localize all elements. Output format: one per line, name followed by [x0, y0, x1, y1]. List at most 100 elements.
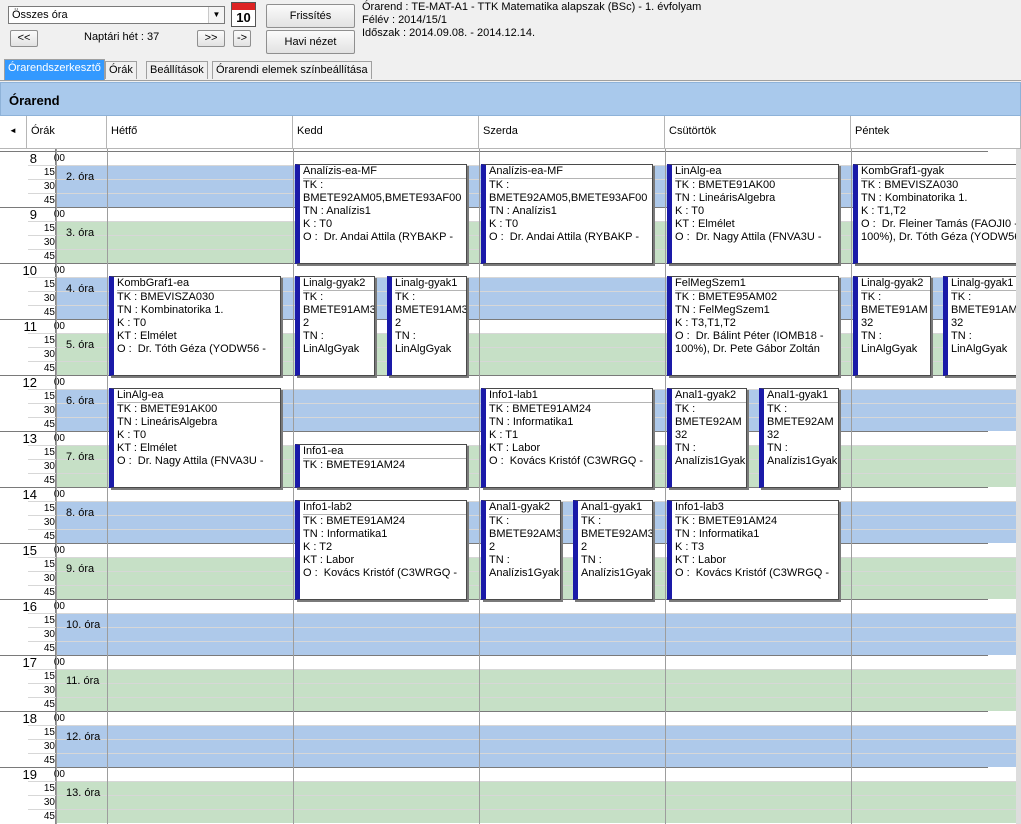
lesson-label: 8. óra	[66, 507, 95, 519]
column-thursday[interactable]: Csütörtök	[665, 116, 851, 149]
lesson-label: 7. óra	[66, 451, 95, 463]
scroll-left-icon[interactable]: ◄	[0, 116, 27, 149]
minute-label: 00	[53, 713, 65, 724]
monthly-view-button[interactable]: Havi nézet	[266, 30, 355, 54]
event-title: Linalg-gyak1	[951, 277, 1020, 291]
event-card[interactable]: Anal1-gyak2TK :BMETE92AM32TN :Analízis1G…	[667, 388, 747, 488]
event-card[interactable]: Info1-lab2 TK : BMETE91AM24 TN : Informati…	[295, 500, 467, 600]
event-card[interactable]: Analízis-ea-MF TK : BMETE92AM05,BMETE93AF0…	[481, 164, 653, 264]
event-detail: TN :	[951, 330, 972, 342]
event-card[interactable]: KombGraf1-gyak TK : BMEVISZA030 TN : Kombi…	[853, 164, 1021, 264]
event-detail: K : T3	[675, 541, 705, 553]
event-card[interactable]: FelMegSzem1 TK : BMETE95AM02 TN : FelMegSz…	[667, 276, 839, 376]
quarter-line	[28, 809, 1016, 810]
minute-label: 15	[43, 727, 55, 738]
column-separator	[851, 149, 852, 824]
event-detail: LinAlgGyak	[861, 343, 918, 355]
column-tuesday[interactable]: Kedd	[293, 116, 479, 149]
minute-label: 30	[43, 741, 55, 752]
minute-label: 15	[43, 783, 55, 794]
chevron-down-icon[interactable]: ▼	[208, 7, 224, 23]
section-title: Órarend	[9, 93, 60, 108]
jump-button[interactable]: ->	[233, 30, 251, 47]
quarter-line	[28, 683, 1016, 684]
lesson-label: 5. óra	[66, 339, 95, 351]
event-card[interactable]: Anal1-gyak1TK :BMETE92AM32TN :Analízis1G…	[759, 388, 839, 488]
next-week-button[interactable]: >>	[197, 30, 225, 47]
event-detail: O : Dr. Bálint Péter (IOMB18 -	[675, 330, 824, 342]
event-detail: KT : Elmélet	[117, 442, 177, 454]
minute-label: 45	[43, 699, 55, 710]
column-separator	[293, 149, 294, 824]
event-detail: TN :	[303, 330, 324, 342]
event-detail: O : Dr. Tóth Géza (YODW56 -	[117, 343, 266, 355]
event-detail: LinAlgGyak	[951, 343, 1008, 355]
event-card[interactable]: LinAlg-ea TK : BMETE91AK00 TN : LineárisAl…	[667, 164, 839, 264]
tab-timetable-editor[interactable]: Órarendszerkesztő	[4, 59, 105, 80]
lesson-band[interactable]	[56, 669, 1016, 711]
column-wednesday[interactable]: Szerda	[479, 116, 665, 149]
event-detail: TN :	[489, 554, 510, 566]
lesson-label: 3. óra	[66, 227, 95, 239]
tab-classes[interactable]: Órák	[105, 61, 137, 79]
vertical-scrollbar[interactable]	[1016, 149, 1021, 824]
calendar-icon[interactable]: 10	[231, 2, 256, 27]
event-detail: K : T1	[489, 429, 519, 441]
minute-label: 00	[53, 489, 65, 500]
info-semester: Félév : 2014/15/1	[362, 14, 448, 26]
event-title: Linalg-gyak2	[861, 277, 930, 291]
event-card[interactable]: Info1-lab3 TK : BMETE91AM24 TN : Informati…	[667, 500, 839, 600]
event-card[interactable]: Linalg-gyak1TK :BMETE91AM32TN :LinAlgGya…	[387, 276, 467, 376]
minute-label: 30	[43, 629, 55, 640]
prev-week-button[interactable]: <<	[10, 30, 38, 47]
tab-settings[interactable]: Beállítások	[146, 61, 208, 79]
event-card[interactable]: KombGraf1-ea TK : BMEVISZA030 TN : Kombina…	[109, 276, 281, 376]
event-detail: TK :	[951, 291, 972, 303]
event-detail: TN : Informatika1	[303, 528, 388, 540]
minute-label: 45	[43, 587, 55, 598]
tab-color-settings[interactable]: Órarendi elemek színbeállítása	[212, 61, 372, 79]
hour-line	[0, 655, 988, 656]
event-card[interactable]: Info1-ea TK : BMETE91AM24	[295, 444, 467, 488]
event-detail: TN : Analízis1	[489, 205, 557, 217]
event-detail: TK : BMETE91AK00	[117, 403, 218, 415]
event-detail: TK : BMETE91AK00	[675, 179, 776, 191]
event-detail: 100%), Dr. Tóth Géza (YODW56 -	[861, 231, 1021, 243]
minute-label: 30	[43, 573, 55, 584]
minute-label: 00	[53, 545, 65, 556]
event-title: FelMegSzem1	[675, 277, 838, 291]
timetable-grid[interactable]: ◄ Órák Hétfő Kedd Szerda Csütörtök Pénte…	[0, 116, 1021, 824]
lesson-band[interactable]	[56, 613, 1016, 655]
week-label: Naptári hét : 37	[84, 31, 160, 43]
hour-label: 14	[22, 487, 37, 502]
filter-dropdown[interactable]: Összes óra ▼	[8, 6, 225, 24]
column-monday[interactable]: Hétfő	[107, 116, 293, 149]
lesson-band[interactable]	[56, 725, 1016, 767]
event-detail: BMETE91AM3	[303, 304, 375, 316]
hour-label: 18	[22, 711, 37, 726]
event-title: KombGraf1-gyak	[861, 165, 1020, 179]
event-detail: LinAlgGyak	[303, 343, 360, 355]
event-detail: 100%), Dr. Pete Gábor Zoltán	[675, 343, 820, 355]
event-card[interactable]: Linalg-gyak2TK :BMETE91AM32TN :LinAlgGya…	[853, 276, 931, 376]
event-card[interactable]: Anal1-gyak2TK :BMETE92AM32TN :Analízis1G…	[481, 500, 561, 600]
tab-bar: Órarendszerkesztő Órák Beállítások Órare…	[0, 59, 1021, 81]
hour-line	[0, 711, 988, 712]
lesson-label: 12. óra	[66, 731, 101, 743]
event-title: Anal1-gyak1	[581, 501, 652, 515]
minute-label: 30	[43, 797, 55, 808]
column-friday[interactable]: Péntek	[851, 116, 1021, 149]
event-card[interactable]: Linalg-gyak1TK :BMETE91AM32TN :LinAlgGya…	[943, 276, 1021, 376]
event-detail: KT : Elmélet	[675, 218, 735, 230]
refresh-button[interactable]: Frissítés	[266, 4, 355, 28]
minute-label: 15	[43, 447, 55, 458]
event-card[interactable]: Linalg-gyak2TK :BMETE91AM32TN :LinAlgGya…	[295, 276, 375, 376]
event-card[interactable]: Info1-lab1 TK : BMETE91AM24 TN : Informati…	[481, 388, 653, 488]
lesson-label: 11. óra	[66, 675, 100, 687]
event-detail: 2	[489, 541, 496, 553]
event-card[interactable]: LinAlg-ea TK : BMETE91AK00 TN : LineárisAl…	[109, 388, 281, 488]
event-card[interactable]: Anal1-gyak1TK :BMETE92AM32TN :Analízis1G…	[573, 500, 653, 600]
event-card[interactable]: Analízis-ea-MF TK : BMETE92AM05,BMETE93AF0…	[295, 164, 467, 264]
lesson-band[interactable]	[56, 781, 1016, 823]
minute-label: 45	[43, 643, 55, 654]
